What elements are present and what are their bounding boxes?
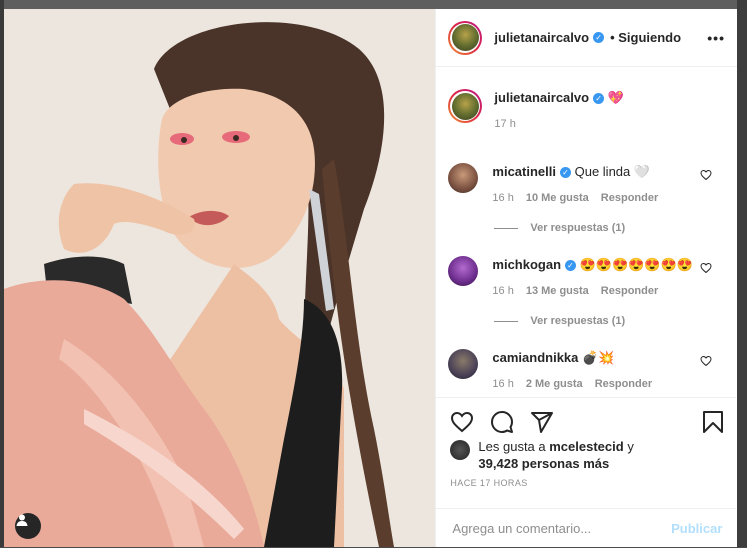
verified-icon: ✓: [565, 260, 577, 271]
comment-likes[interactable]: 2 Me gusta: [526, 378, 583, 390]
author-username[interactable]: julietanaircalvo: [494, 30, 589, 45]
post-header: julietanaircalvo ✓ • Siguiendo •••: [436, 9, 737, 67]
user-tag-icon[interactable]: [15, 513, 41, 539]
commenter-avatar[interactable]: [448, 163, 479, 193]
bookmark-icon[interactable]: [702, 410, 724, 434]
comment-time[interactable]: 16 h: [492, 378, 513, 390]
post-photo[interactable]: [4, 9, 436, 547]
comment-icon[interactable]: [490, 410, 514, 434]
post-timestamp[interactable]: HACE 17 HORAS: [450, 478, 527, 488]
commenter-avatar[interactable]: [448, 256, 479, 286]
caption-text: 💖: [607, 90, 624, 105]
comment-like-icon[interactable]: [700, 262, 712, 274]
commenter-username[interactable]: michkogan: [492, 257, 561, 272]
caption-username[interactable]: julietanaircalvo: [494, 90, 589, 105]
likes-prefix: Les gusta a: [478, 439, 546, 454]
comment-time[interactable]: 16 h: [492, 192, 513, 204]
likes-suffix: y: [627, 439, 634, 454]
photo-illustration: [4, 9, 436, 547]
caption-avatar[interactable]: [448, 89, 483, 123]
reply-button[interactable]: Responder: [601, 192, 658, 204]
background-right: [737, 0, 747, 547]
following-button[interactable]: • Siguiendo: [610, 30, 681, 45]
comment-likes[interactable]: 10 Me gusta: [526, 192, 589, 204]
more-options-button[interactable]: •••: [707, 30, 725, 46]
view-replies-button[interactable]: Ver respuestas (1): [494, 315, 625, 327]
comment-time[interactable]: 16 h: [492, 285, 513, 297]
commenter-avatar[interactable]: [448, 349, 479, 379]
post-caption: julietanaircalvo ✓ 💖 17 h: [448, 89, 624, 133]
comment-like-icon[interactable]: [700, 355, 712, 367]
post-modal: julietanaircalvo ✓ • Siguiendo ••• julie…: [4, 9, 737, 547]
heart-icon[interactable]: [450, 410, 474, 434]
verified-icon: ✓: [593, 32, 605, 43]
reply-button[interactable]: Responder: [595, 378, 652, 390]
verified-icon: ✓: [593, 93, 605, 104]
likes-count[interactable]: 39,428 personas más: [478, 456, 609, 471]
likes-summary: Les gusta a mcelestecid y 39,428 persona…: [450, 438, 634, 472]
commenter-username[interactable]: camiandnikka: [492, 350, 578, 365]
comment-item: micatinelli ✓ Que linda 🤍 16 h 10 Me gusta…: [448, 163, 726, 207]
liker-avatar[interactable]: [450, 440, 471, 460]
comment-input[interactable]: [450, 520, 672, 537]
comment-text: Que linda 🤍: [574, 164, 651, 179]
view-replies-button[interactable]: Ver respuestas (1): [494, 222, 625, 234]
caption-time[interactable]: 17 h: [494, 118, 515, 130]
post-panel: julietanaircalvo ✓ • Siguiendo ••• julie…: [435, 9, 737, 547]
comments-list: julietanaircalvo ✓ 💖 17 h micatinelli ✓ Qu…: [436, 67, 736, 397]
author-avatar[interactable]: [448, 20, 483, 55]
reply-button[interactable]: Responder: [601, 285, 658, 297]
liker-username[interactable]: mcelestecid: [549, 439, 623, 454]
comment-item: camiandnikka 💣💥 16 h 2 Me gusta Responder: [448, 349, 726, 393]
add-comment-bar: Publicar: [436, 508, 737, 548]
comment-like-icon[interactable]: [700, 169, 712, 181]
comment-text: 😍😍😍😍😍😍😍: [579, 257, 693, 272]
commenter-username[interactable]: micatinelli: [492, 164, 556, 179]
comment-text: 💣💥: [582, 350, 615, 365]
publish-button[interactable]: Publicar: [671, 521, 722, 536]
comment-likes[interactable]: 13 Me gusta: [526, 285, 589, 297]
post-actions: Les gusta a mcelestecid y 39,428 persona…: [436, 397, 737, 548]
verified-icon: ✓: [559, 167, 571, 178]
comment-item: michkogan ✓ 😍😍😍😍😍😍😍 16 h 13 Me gusta Respon…: [448, 256, 726, 300]
share-icon[interactable]: [530, 410, 554, 434]
